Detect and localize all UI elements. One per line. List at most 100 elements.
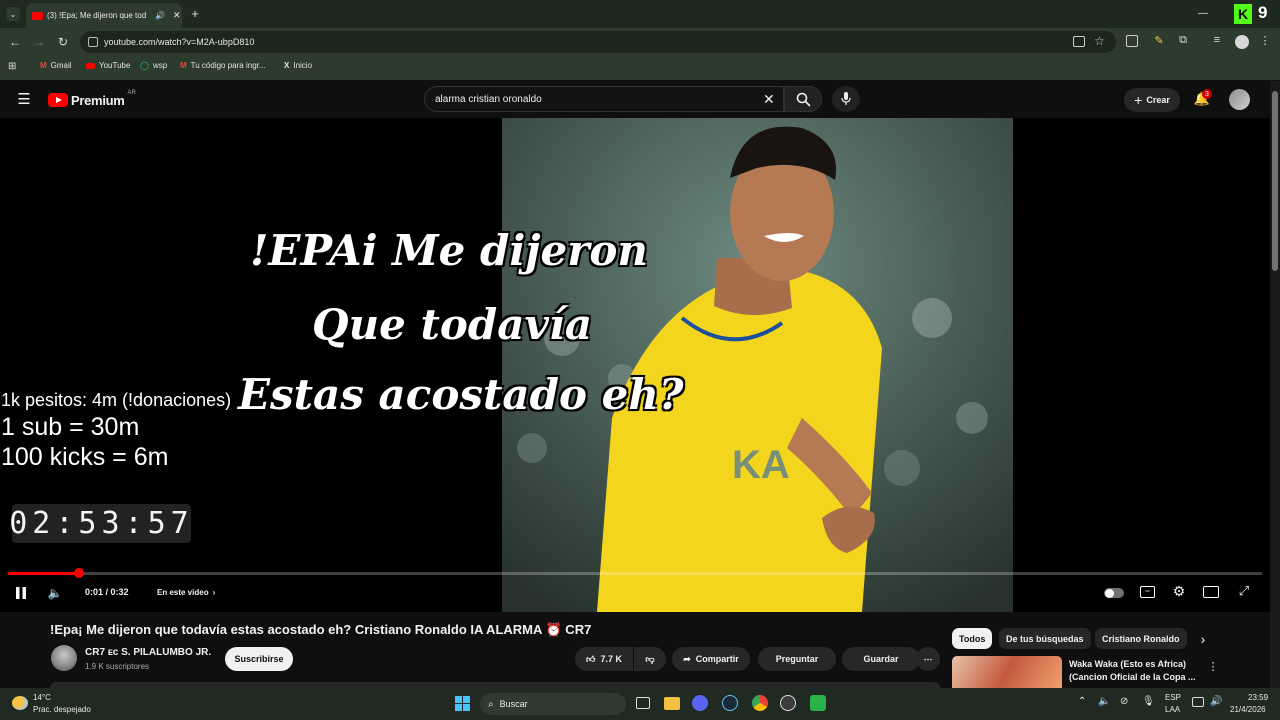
scrollbar-thumb[interactable] (1272, 91, 1278, 271)
sub-rate-text: 1 sub = 30m (1, 413, 140, 441)
create-button[interactable]: + Crear (1124, 88, 1180, 112)
chip-todos[interactable]: Todos (952, 628, 993, 649)
share-button[interactable]: ➦ Compartir (672, 647, 750, 671)
url-text: youtube.com/watch?v=M2A-ubpD810 (104, 37, 255, 47)
dislike-button[interactable]: 👎︎ (634, 647, 666, 671)
profile-avatar[interactable] (1235, 35, 1249, 49)
pen-extension-icon[interactable]: ✎ (1152, 33, 1166, 47)
tray-overflow-icon[interactable]: ⌃ (1078, 696, 1086, 707)
tab-close-icon[interactable]: ✕ (173, 10, 181, 21)
tray-speaker-icon[interactable]: 🔈 (1098, 696, 1110, 707)
pause-icon[interactable] (14, 586, 28, 600)
browser-toolbar: ← → ↻ youtube.com/watch?v=M2A-ubpD810 ☆ … (0, 28, 1280, 55)
recommended-thumbnail[interactable] (952, 656, 1062, 688)
save-button[interactable]: Guardar (842, 647, 920, 671)
video-player[interactable]: KA !EPAi Me dijeron Que todavía Estas ac… (0, 118, 1270, 612)
subscribe-button[interactable]: Suscribirse (225, 647, 293, 671)
forward-icon[interactable]: → (32, 35, 46, 49)
extension-badge: 9 (1258, 3, 1268, 22)
recommended-title-line-2[interactable]: (Cancion Oficial de la Copa ... (1069, 672, 1196, 682)
install-app-icon[interactable] (1073, 36, 1085, 47)
autoplay-toggle[interactable] (1104, 588, 1124, 598)
clock-date[interactable]: 21/4/2026 (1230, 705, 1266, 714)
reading-list-icon[interactable]: ≡ (1210, 33, 1224, 47)
bookmark-wsp[interactable]: ◯ wsp (140, 61, 167, 70)
weather-temp: 14°C (33, 693, 51, 702)
keyboard-lang-1[interactable]: ESP (1165, 693, 1181, 702)
kick-extension-icon[interactable]: K (1234, 4, 1252, 24)
bookmark-gmail[interactable]: M Gmail (40, 61, 72, 70)
chip-de-tus-busquedas[interactable]: De tus búsquedas (999, 628, 1091, 649)
reload-icon[interactable]: ↻ (56, 35, 70, 49)
logo-text: Premium (71, 92, 125, 108)
progress-bar[interactable] (8, 568, 1262, 578)
search-icon (796, 92, 811, 107)
apps-icon[interactable]: ⊞ (8, 61, 16, 72)
user-avatar[interactable] (1229, 89, 1250, 110)
app-icon-5[interactable] (780, 695, 796, 711)
app-icon-6[interactable] (810, 695, 826, 711)
youtube-header: ☰ Premium AR alarma cristian oronaldo ✕ … (0, 81, 1270, 118)
hamburger-menu-icon[interactable]: ☰ (16, 91, 32, 108)
start-button[interactable] (455, 696, 470, 711)
browser-tab[interactable]: (3) !Epa; Me dijeron que tod 🔊 ✕ (26, 3, 182, 28)
taskbar-search[interactable]: ⌕ Buscar (480, 693, 626, 715)
chip-cristiano-ronaldo[interactable]: Cristiano Ronaldo (1095, 628, 1187, 649)
more-dots-icon: ⋯ (923, 653, 933, 664)
volume-icon[interactable]: 🔈 (47, 585, 63, 601)
settings-gear-icon[interactable]: ⚙ (1171, 583, 1187, 599)
clear-search-icon[interactable]: ✕ (763, 91, 775, 108)
overlay-line-2: Que todavía (312, 300, 593, 349)
clock-time[interactable]: 23:59 (1248, 693, 1268, 702)
file-explorer-icon[interactable] (664, 697, 680, 710)
subtitles-icon[interactable]: ═ (1140, 586, 1155, 598)
new-tab-button[interactable]: + (188, 6, 202, 21)
tab-list-icon[interactable]: ⌄ (6, 7, 20, 21)
recommended-title-line-1[interactable]: Waka Waka (Esto es Africa) (1069, 659, 1186, 669)
bookmark-youtube[interactable]: YouTube (86, 61, 130, 70)
browser-menu-icon[interactable]: ⋮ (1260, 33, 1271, 47)
video-title: !Epa¡ Me dijeron que todavía estas acost… (50, 622, 592, 637)
time-display: 0:01 / 0:32 (85, 587, 129, 597)
address-bar[interactable]: youtube.com/watch?v=M2A-ubpD810 ☆ (80, 31, 1116, 53)
site-info-icon[interactable] (88, 37, 98, 47)
extension-icon-1[interactable] (1126, 35, 1138, 47)
steam-icon[interactable] (722, 695, 738, 711)
channel-avatar[interactable] (51, 645, 77, 671)
bookmark-star-icon[interactable]: ☆ (1094, 34, 1105, 48)
taskbar: 14°C Prac. despejado ⌕ Buscar ⌃ 🔈 ⊘ 🎙︎ E… (0, 688, 1280, 720)
video-frame: KA (502, 118, 1013, 612)
chrome-icon[interactable] (752, 695, 768, 711)
search-input[interactable]: alarma cristian oronaldo ✕ (424, 86, 784, 112)
search-button[interactable] (784, 86, 822, 112)
microphone-icon (841, 92, 851, 105)
youtube-logo[interactable]: Premium AR (48, 90, 136, 108)
back-icon[interactable]: ← (8, 35, 22, 49)
discord-icon[interactable] (692, 695, 708, 711)
channel-name[interactable]: CR7 ᴇᴄ S. PILALUMBO JR. (85, 647, 211, 658)
chapters-button[interactable]: En este video › (157, 588, 215, 597)
minimize-icon[interactable]: — (1196, 6, 1210, 20)
recommended-menu-icon[interactable]: ⋮ (1208, 659, 1219, 673)
theater-mode-icon[interactable] (1203, 586, 1219, 598)
page-scrollbar[interactable] (1270, 81, 1280, 688)
voice-search-button[interactable] (832, 86, 860, 112)
task-view-icon[interactable] (636, 697, 650, 709)
scrubber-handle[interactable] (74, 568, 84, 578)
bookmark-codigo[interactable]: M Tu código para ingr... (180, 61, 266, 70)
tray-volume-icon[interactable]: 🔊 (1210, 696, 1222, 707)
bookmark-x[interactable]: X Inicio (284, 61, 312, 70)
fullscreen-icon[interactable]: ⤢ (1236, 583, 1252, 599)
chips-next-icon[interactable]: › (1196, 631, 1210, 647)
overlay-line-1: !EPAi Me dijeron (250, 226, 648, 275)
more-actions-button[interactable]: ⋯ (916, 647, 940, 671)
weather-icon[interactable] (12, 696, 28, 710)
tray-display-icon[interactable] (1192, 697, 1204, 707)
tray-network-icon[interactable]: ⊘ (1120, 696, 1128, 707)
like-button[interactable]: 👍︎ 7.7 K (575, 647, 633, 671)
puzzle-extensions-icon[interactable]: ⧉ (1176, 33, 1190, 47)
speaker-icon: 🔊 (155, 11, 165, 20)
tray-mic-icon[interactable]: 🎙︎ (1142, 696, 1155, 707)
search-icon: ⌕ (488, 698, 494, 710)
ask-button[interactable]: Preguntar (758, 647, 836, 671)
